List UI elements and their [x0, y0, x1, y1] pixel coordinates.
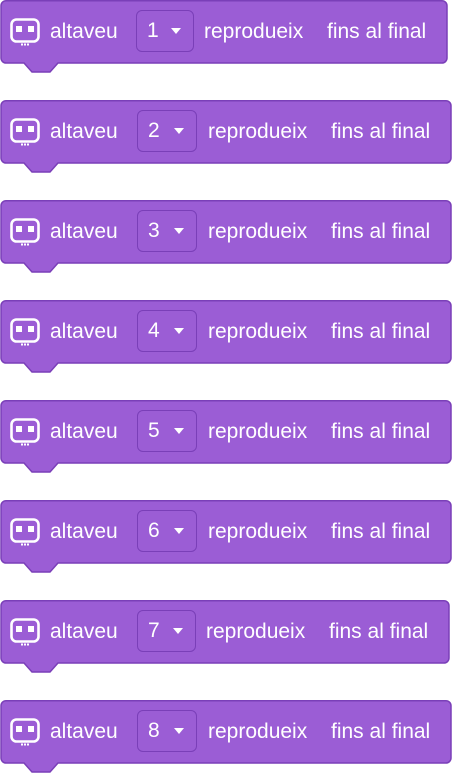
speaker-icon — [10, 518, 40, 546]
speaker-play-block[interactable]: altaveu 3 reprodueix fins al final — [0, 200, 452, 280]
block-label: altaveu — [50, 220, 118, 243]
chevron-down-icon — [174, 328, 184, 334]
chevron-down-icon — [174, 428, 184, 434]
speaker-play-block[interactable]: altaveu 1 reprodueix fins al final — [0, 0, 448, 80]
speaker-icon — [10, 718, 40, 746]
block-action: reprodueix — [208, 420, 308, 443]
block-mode: fins al final — [331, 520, 431, 543]
block-action: reprodueix — [204, 20, 304, 43]
speaker-dropdown[interactable]: 8 — [137, 710, 197, 752]
block-action: reprodueix — [208, 220, 308, 243]
chevron-down-icon — [174, 228, 184, 234]
block-mode: fins al final — [329, 620, 429, 643]
speaker-dropdown-value: 2 — [148, 119, 160, 142]
block-label: altaveu — [50, 20, 118, 43]
speaker-icon — [10, 218, 40, 246]
speaker-dropdown-value: 3 — [148, 219, 160, 242]
speaker-dropdown-value: 7 — [148, 619, 160, 642]
speaker-dropdown[interactable]: 1 — [136, 10, 194, 52]
chevron-down-icon — [174, 128, 184, 134]
block-action: reprodueix — [208, 520, 308, 543]
chevron-down-icon — [174, 728, 184, 734]
speaker-play-block[interactable]: altaveu 5 reprodueix fins al final — [0, 400, 452, 480]
speaker-dropdown[interactable]: 7 — [137, 610, 196, 652]
speaker-icon — [10, 418, 40, 446]
speaker-dropdown[interactable]: 2 — [137, 110, 197, 152]
speaker-icon — [10, 18, 40, 46]
speaker-icon — [10, 318, 40, 346]
block-action: reprodueix — [208, 720, 308, 743]
speaker-icon — [10, 118, 40, 146]
speaker-play-block[interactable]: altaveu 7 reprodueix fins al final — [0, 600, 450, 680]
speaker-dropdown-value: 6 — [148, 519, 160, 542]
block-label: altaveu — [50, 120, 118, 143]
block-label: altaveu — [50, 620, 118, 643]
block-label: altaveu — [50, 320, 118, 343]
speaker-dropdown-value: 1 — [147, 19, 159, 42]
speaker-play-block[interactable]: altaveu 8 reprodueix fins al final — [0, 700, 452, 780]
block-label: altaveu — [50, 520, 118, 543]
block-label: altaveu — [50, 420, 118, 443]
speaker-dropdown[interactable]: 6 — [137, 510, 197, 552]
speaker-dropdown-value: 5 — [148, 419, 160, 442]
speaker-icon — [10, 618, 40, 646]
speaker-dropdown-value: 4 — [148, 319, 160, 342]
block-mode: fins al final — [327, 20, 427, 43]
speaker-play-block[interactable]: altaveu 4 reprodueix fins al final — [0, 300, 452, 380]
block-mode: fins al final — [331, 220, 431, 243]
chevron-down-icon — [171, 28, 181, 34]
block-label: altaveu — [50, 720, 118, 743]
block-mode: fins al final — [331, 320, 431, 343]
speaker-play-block[interactable]: altaveu 6 reprodueix fins al final — [0, 500, 452, 580]
speaker-dropdown[interactable]: 5 — [137, 410, 197, 452]
block-mode: fins al final — [331, 420, 431, 443]
chevron-down-icon — [173, 628, 183, 634]
block-mode: fins al final — [331, 120, 431, 143]
speaker-dropdown-value: 8 — [148, 719, 160, 742]
block-action: reprodueix — [208, 120, 308, 143]
speaker-dropdown[interactable]: 4 — [137, 310, 197, 352]
chevron-down-icon — [174, 528, 184, 534]
speaker-dropdown[interactable]: 3 — [137, 210, 197, 252]
block-action: reprodueix — [206, 620, 306, 643]
speaker-play-block[interactable]: altaveu 2 reprodueix fins al final — [0, 100, 452, 180]
block-mode: fins al final — [331, 720, 431, 743]
block-action: reprodueix — [208, 320, 308, 343]
